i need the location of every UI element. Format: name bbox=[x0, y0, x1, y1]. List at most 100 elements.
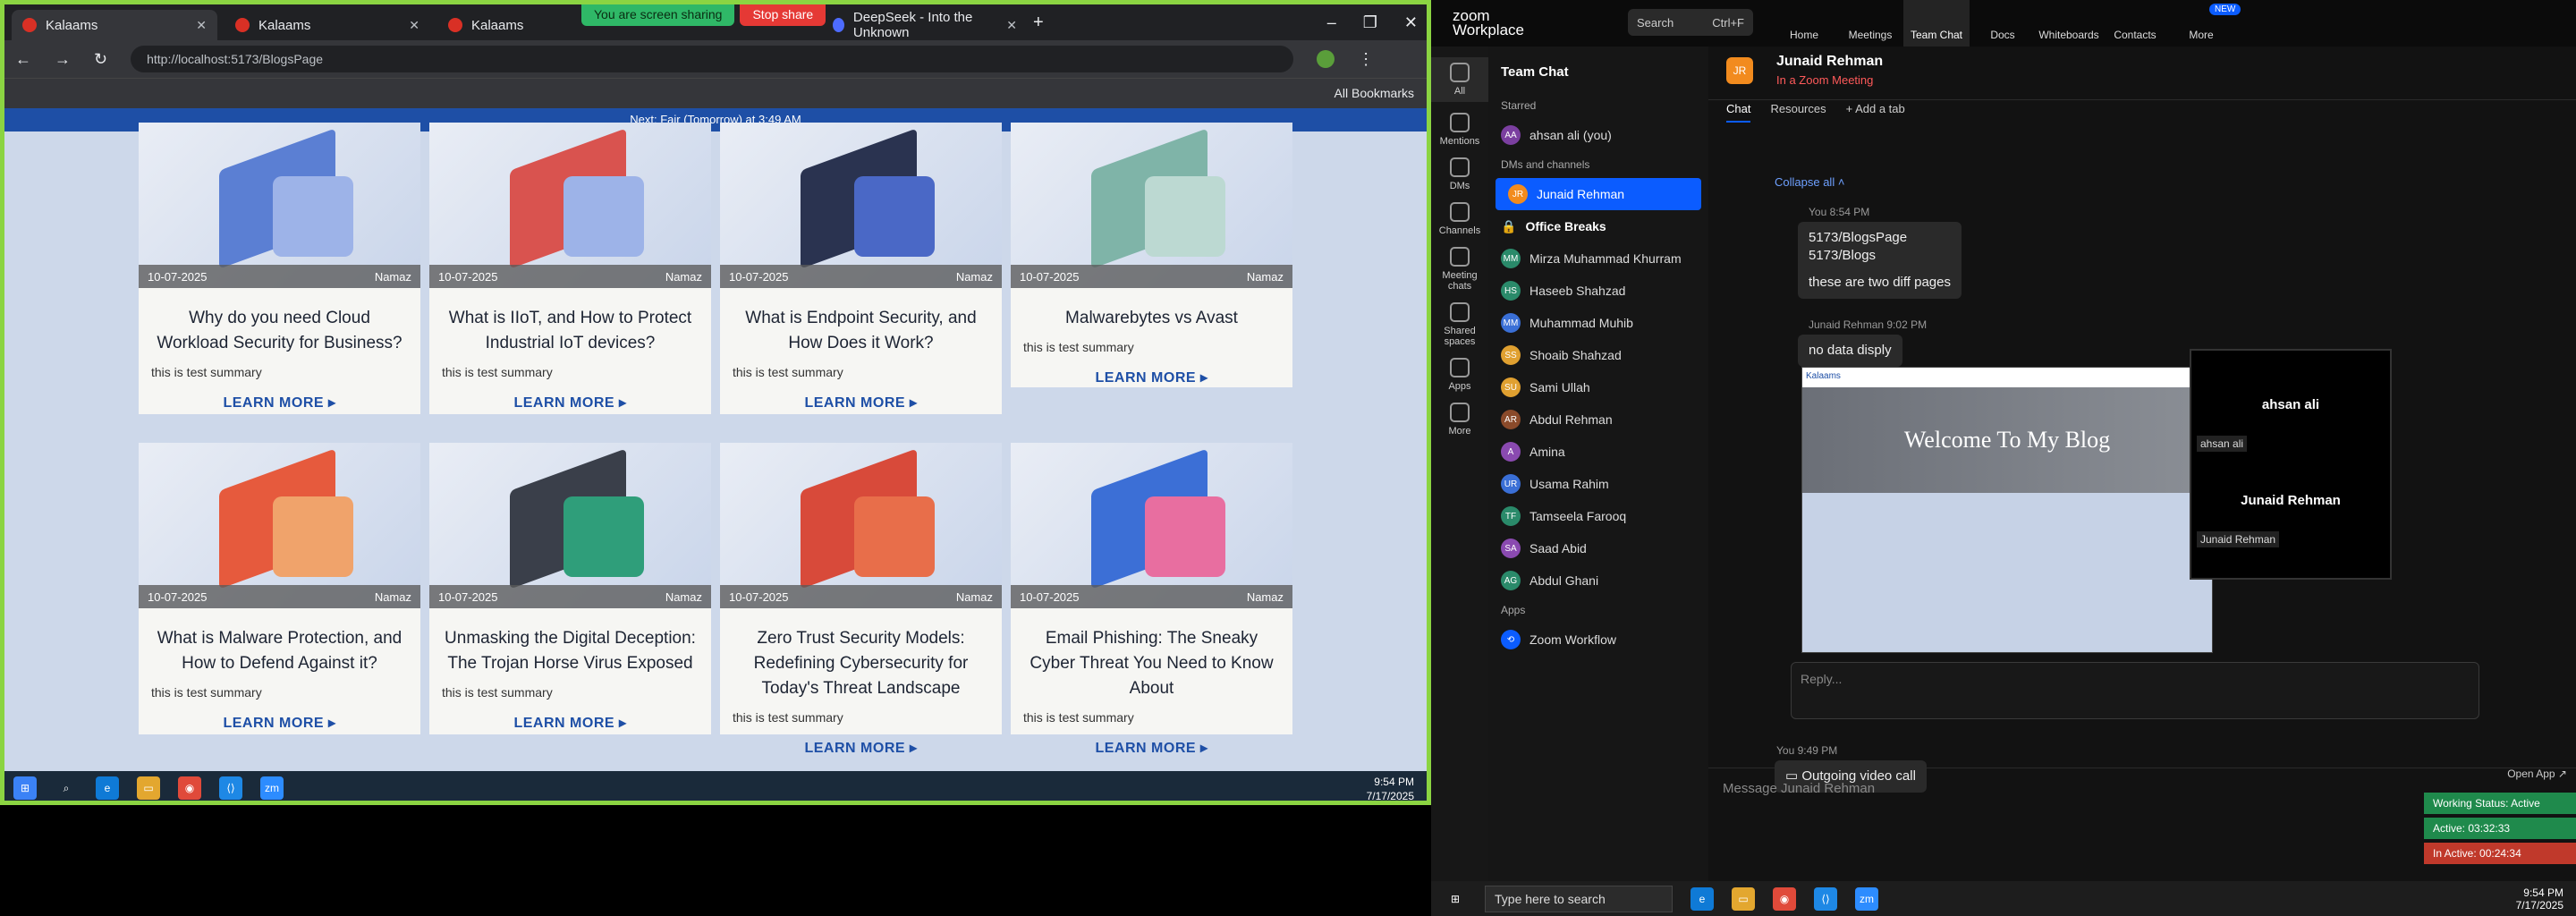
chat-name[interactable]: Junaid Rehman bbox=[1776, 54, 1883, 70]
workflow-icon: ⟲ bbox=[1501, 630, 1521, 649]
blog-card[interactable]: 10-07-2025 Namaz Malwarebytes vs Avast this… bbox=[1011, 123, 1292, 387]
nav-whiteboards[interactable]: Whiteboards bbox=[2036, 0, 2102, 47]
blog-card[interactable]: 10-07-2025 Namaz Unmasking the Digital Dec… bbox=[429, 443, 711, 734]
close-icon[interactable]: ✕ bbox=[1006, 18, 1017, 33]
message-meta: You 8:54 PM bbox=[1809, 206, 1870, 218]
all-bookmarks[interactable]: All Bookmarks bbox=[1335, 86, 1414, 100]
tab-deepseek[interactable]: DeepSeek - Into the Unknown ✕ bbox=[822, 10, 1028, 40]
minimize-icon[interactable]: – bbox=[1327, 13, 1336, 32]
nav-home[interactable]: Home bbox=[1771, 0, 1837, 47]
tab-kalaams-2[interactable]: Kalaams ✕ bbox=[225, 10, 430, 40]
reply-box[interactable]: Reply... bbox=[1791, 662, 2479, 719]
new-tab-icon[interactable]: + bbox=[1033, 13, 1044, 33]
list-item[interactable]: SU Sami Ullah bbox=[1488, 371, 1708, 403]
back-icon[interactable]: ← bbox=[15, 50, 31, 69]
learn-more-link[interactable]: LEARN MORE ▸ bbox=[720, 394, 1002, 411]
list-item[interactable]: UR Usama Rahim bbox=[1488, 468, 1708, 500]
taskbar-search[interactable]: Type here to search bbox=[1485, 885, 1673, 912]
learn-more-link[interactable]: LEARN MORE ▸ bbox=[1011, 369, 1292, 386]
rail-more[interactable]: More bbox=[1431, 403, 1488, 437]
chrome-icon[interactable]: ◉ bbox=[178, 776, 201, 800]
rail-shared-spaces[interactable]: Shared spaces bbox=[1431, 302, 1488, 347]
list-item[interactable]: A Amina bbox=[1488, 436, 1708, 468]
blog-card[interactable]: 10-07-2025 Namaz What is Malware Protectio… bbox=[139, 443, 420, 734]
list-item[interactable]: AA ahsan ali (you) bbox=[1488, 119, 1708, 151]
tab-resources[interactable]: Resources bbox=[1770, 102, 1826, 123]
list-item[interactable]: JR Junaid Rehman bbox=[1496, 178, 1701, 210]
nav-contacts[interactable]: Contacts bbox=[2102, 0, 2168, 47]
section-starred[interactable]: Starred bbox=[1488, 92, 1708, 119]
list-item[interactable]: ⟲ Zoom Workflow bbox=[1488, 623, 1708, 656]
windows-start-icon[interactable]: ⊞ bbox=[1444, 887, 1467, 911]
vscode-icon[interactable]: ⟨⟩ bbox=[1814, 886, 1837, 911]
chrome-icon[interactable]: ◉ bbox=[1773, 886, 1796, 911]
rail-channels[interactable]: Channels bbox=[1431, 202, 1488, 236]
folder-icon[interactable]: ▭ bbox=[137, 776, 160, 800]
rail-dms[interactable]: DMs bbox=[1431, 157, 1488, 191]
search-input[interactable]: Search Ctrl+F bbox=[1628, 9, 1753, 36]
maximize-icon[interactable]: ❐ bbox=[1363, 13, 1377, 32]
folder-icon[interactable]: ▭ bbox=[1732, 886, 1755, 911]
stop-share-button[interactable]: Stop share bbox=[740, 4, 826, 26]
forward-icon[interactable]: → bbox=[55, 50, 71, 69]
edge-icon[interactable]: e bbox=[1690, 886, 1714, 911]
post-title[interactable]: What is Malware Protection, and How to D… bbox=[139, 608, 420, 682]
screenshot-attachment[interactable]: Kalaams Welcome To My Blog bbox=[1801, 367, 2213, 653]
learn-more-link[interactable]: LEARN MORE ▸ bbox=[139, 394, 420, 411]
windows-start-icon[interactable]: ⊞ bbox=[13, 776, 37, 800]
blog-card[interactable]: 10-07-2025 Namaz Email Phishing: The Sneak… bbox=[1011, 443, 1292, 756]
list-item[interactable]: 🔒 Office Breaks bbox=[1488, 210, 1708, 242]
tab-chat[interactable]: Chat bbox=[1726, 102, 1751, 123]
list-item[interactable]: SA Saad Abid bbox=[1488, 532, 1708, 564]
blog-card[interactable]: 10-07-2025 Namaz Zero Trust Security Model… bbox=[720, 443, 1002, 756]
zoom-icon[interactable]: zm bbox=[260, 776, 284, 800]
tab-add[interactable]: + Add a tab bbox=[1846, 102, 1905, 123]
blog-card[interactable]: 10-07-2025 Namaz What is Endpoint Security… bbox=[720, 123, 1002, 414]
learn-more-link[interactable]: LEARN MORE ▸ bbox=[1011, 739, 1292, 757]
nav-team-chat[interactable]: Team Chat bbox=[1903, 0, 1970, 47]
section-apps[interactable]: Apps bbox=[1488, 597, 1708, 623]
list-item[interactable]: SS Shoaib Shahzad bbox=[1488, 339, 1708, 371]
open-app-button[interactable]: Open App ↗ bbox=[2507, 768, 2567, 780]
list-item[interactable]: HS Haseeb Shahzad bbox=[1488, 275, 1708, 307]
post-title[interactable]: Email Phishing: The Sneaky Cyber Threat … bbox=[1011, 608, 1292, 707]
post-title[interactable]: What is Endpoint Security, and How Does … bbox=[720, 288, 1002, 361]
post-title[interactable]: What is IIoT, and How to Protect Industr… bbox=[429, 288, 711, 361]
edge-icon[interactable]: e bbox=[96, 776, 119, 800]
list-item[interactable]: MM Mirza Muhammad Khurram bbox=[1488, 242, 1708, 275]
learn-more-link[interactable]: LEARN MORE ▸ bbox=[720, 739, 1002, 757]
learn-more-link[interactable]: LEARN MORE ▸ bbox=[429, 394, 711, 411]
section-dms[interactable]: DMs and channels bbox=[1488, 151, 1708, 178]
rail-mentions[interactable]: Mentions bbox=[1431, 113, 1488, 147]
post-title[interactable]: Why do you need Cloud Workload Security … bbox=[139, 288, 420, 361]
post-title[interactable]: Malwarebytes vs Avast bbox=[1011, 288, 1292, 336]
learn-more-link[interactable]: LEARN MORE ▸ bbox=[139, 714, 420, 732]
list-item[interactable]: TF Tamseela Farooq bbox=[1488, 500, 1708, 532]
nav-meetings[interactable]: Meetings bbox=[1837, 0, 1903, 47]
zoom-icon[interactable]: zm bbox=[1855, 886, 1878, 911]
reload-icon[interactable]: ↻ bbox=[94, 50, 107, 69]
blog-card[interactable]: 10-07-2025 Namaz Why do you need Cloud Wor… bbox=[139, 123, 420, 414]
close-icon[interactable]: ✕ bbox=[196, 18, 207, 33]
rail-all[interactable]: All bbox=[1431, 57, 1488, 102]
post-title[interactable]: Unmasking the Digital Deception: The Tro… bbox=[429, 608, 711, 682]
list-item[interactable]: AR Abdul Rehman bbox=[1488, 403, 1708, 436]
menu-icon[interactable]: ⋮ bbox=[1358, 50, 1374, 69]
rail-meeting-chats[interactable]: Meeting chats bbox=[1431, 247, 1488, 292]
nav-docs[interactable]: Docs bbox=[1970, 0, 2036, 47]
rail-apps[interactable]: Apps bbox=[1431, 358, 1488, 392]
search-icon[interactable]: ⌕ bbox=[55, 776, 78, 800]
list-item[interactable]: MM Muhammad Muhib bbox=[1488, 307, 1708, 339]
blog-card[interactable]: 10-07-2025 Namaz What is IIoT, and How to … bbox=[429, 123, 711, 414]
tab-kalaams-1[interactable]: Kalaams ✕ bbox=[12, 10, 217, 40]
url-input[interactable]: http://localhost:5173/BlogsPage bbox=[131, 46, 1294, 72]
post-title[interactable]: Zero Trust Security Models: Redefining C… bbox=[720, 608, 1002, 707]
reply-input[interactable]: Reply... bbox=[1792, 663, 2479, 695]
collapse-all-button[interactable]: Collapse all ˄ bbox=[1775, 175, 1844, 189]
close-icon[interactable]: ✕ bbox=[409, 18, 419, 33]
learn-more-link[interactable]: LEARN MORE ▸ bbox=[429, 714, 711, 732]
close-window-icon[interactable]: ✕ bbox=[1404, 13, 1418, 32]
vscode-icon[interactable]: ⟨⟩ bbox=[219, 776, 242, 800]
profile-icon[interactable] bbox=[1317, 50, 1335, 68]
list-item[interactable]: AG Abdul Ghani bbox=[1488, 564, 1708, 597]
